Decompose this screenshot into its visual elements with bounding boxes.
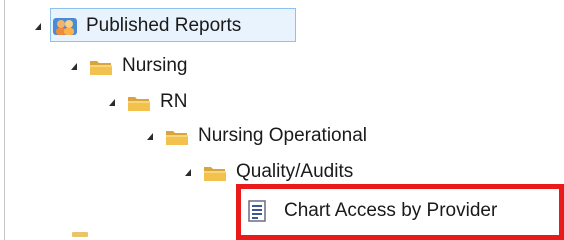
- tree-item-label: Nursing Operational: [198, 125, 367, 146]
- collapse-toggle[interactable]: [104, 95, 118, 109]
- tree-item-label: RN: [160, 91, 188, 112]
- collapse-toggle[interactable]: [66, 59, 80, 73]
- folder-icon: [126, 91, 152, 113]
- tree-item-label: Quality/Audits: [236, 161, 354, 182]
- report-tree: Published Reports Nursing RN Nursing Ope…: [0, 0, 564, 240]
- folder-icon: [164, 125, 190, 147]
- tree-item-nursing[interactable]: Nursing: [66, 48, 187, 84]
- tree-item-rn[interactable]: RN: [104, 84, 187, 120]
- group-icon: [52, 15, 78, 37]
- tree-item-label: Published Reports: [86, 15, 242, 36]
- collapse-toggle[interactable]: [30, 19, 44, 33]
- folder-icon: [88, 55, 114, 77]
- folder-icon: [202, 161, 228, 183]
- collapse-toggle[interactable]: [180, 165, 194, 179]
- folder-icon-peek: [72, 232, 88, 237]
- tree-item-published-reports[interactable]: Published Reports: [30, 8, 241, 44]
- highlight-box: [236, 184, 564, 240]
- tree-item-label: Nursing: [122, 55, 188, 76]
- tree-item-nursing-operational[interactable]: Nursing Operational: [142, 118, 367, 154]
- collapse-toggle[interactable]: [142, 129, 156, 143]
